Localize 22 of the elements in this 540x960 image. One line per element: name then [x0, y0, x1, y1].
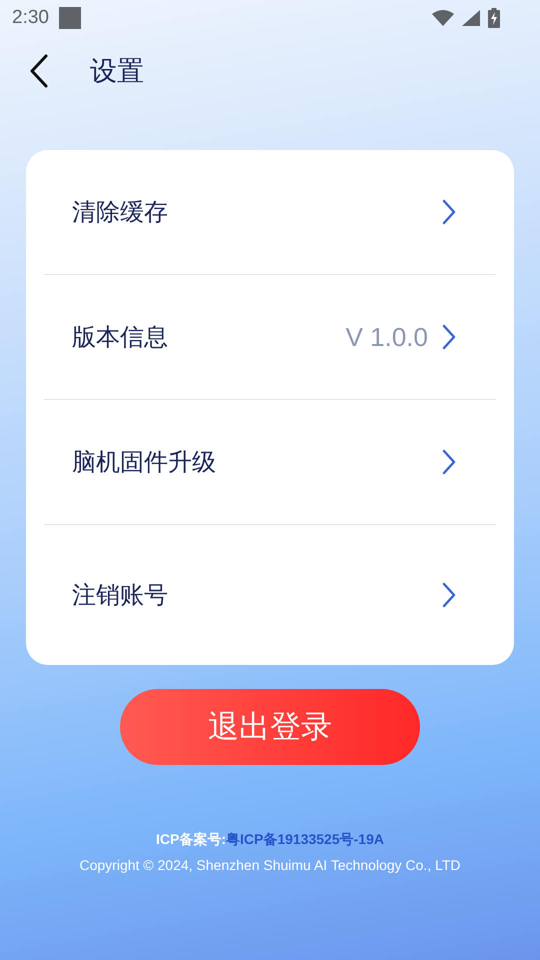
settings-item[interactable]: 脑机固件升级 — [44, 400, 496, 525]
settings-label: 版本信息 — [72, 322, 169, 353]
chevron-right-icon — [442, 324, 456, 350]
notification-icon — [58, 7, 81, 29]
status-time: 2:30 — [12, 7, 49, 29]
settings-label: 脑机固件升级 — [72, 447, 217, 478]
chevron-right-icon — [442, 582, 456, 608]
settings-item[interactable]: 版本信息 V 1.0.0 — [44, 275, 496, 400]
chevron-right-icon — [442, 199, 456, 225]
page-title: 设置 — [90, 55, 144, 89]
settings-item[interactable]: 清除缓存 — [44, 150, 496, 275]
settings-label: 注销账号 — [72, 580, 169, 611]
chevron-right-icon — [442, 449, 456, 475]
settings-label: 清除缓存 — [72, 197, 169, 228]
copyright-text: Copyright © 2024, Shenzhen Shuimu AI Technology Co., LTD — [78, 857, 462, 873]
version-value: V 1.0.0 — [346, 322, 428, 352]
signal-icon — [462, 10, 480, 26]
battery-icon — [488, 8, 500, 28]
logout-button[interactable]: 退出登录 — [120, 689, 420, 765]
settings-item[interactable]: 注销账号 — [44, 525, 496, 665]
wifi-icon — [432, 10, 454, 26]
icp-label: ICP备案号: — [156, 831, 226, 847]
